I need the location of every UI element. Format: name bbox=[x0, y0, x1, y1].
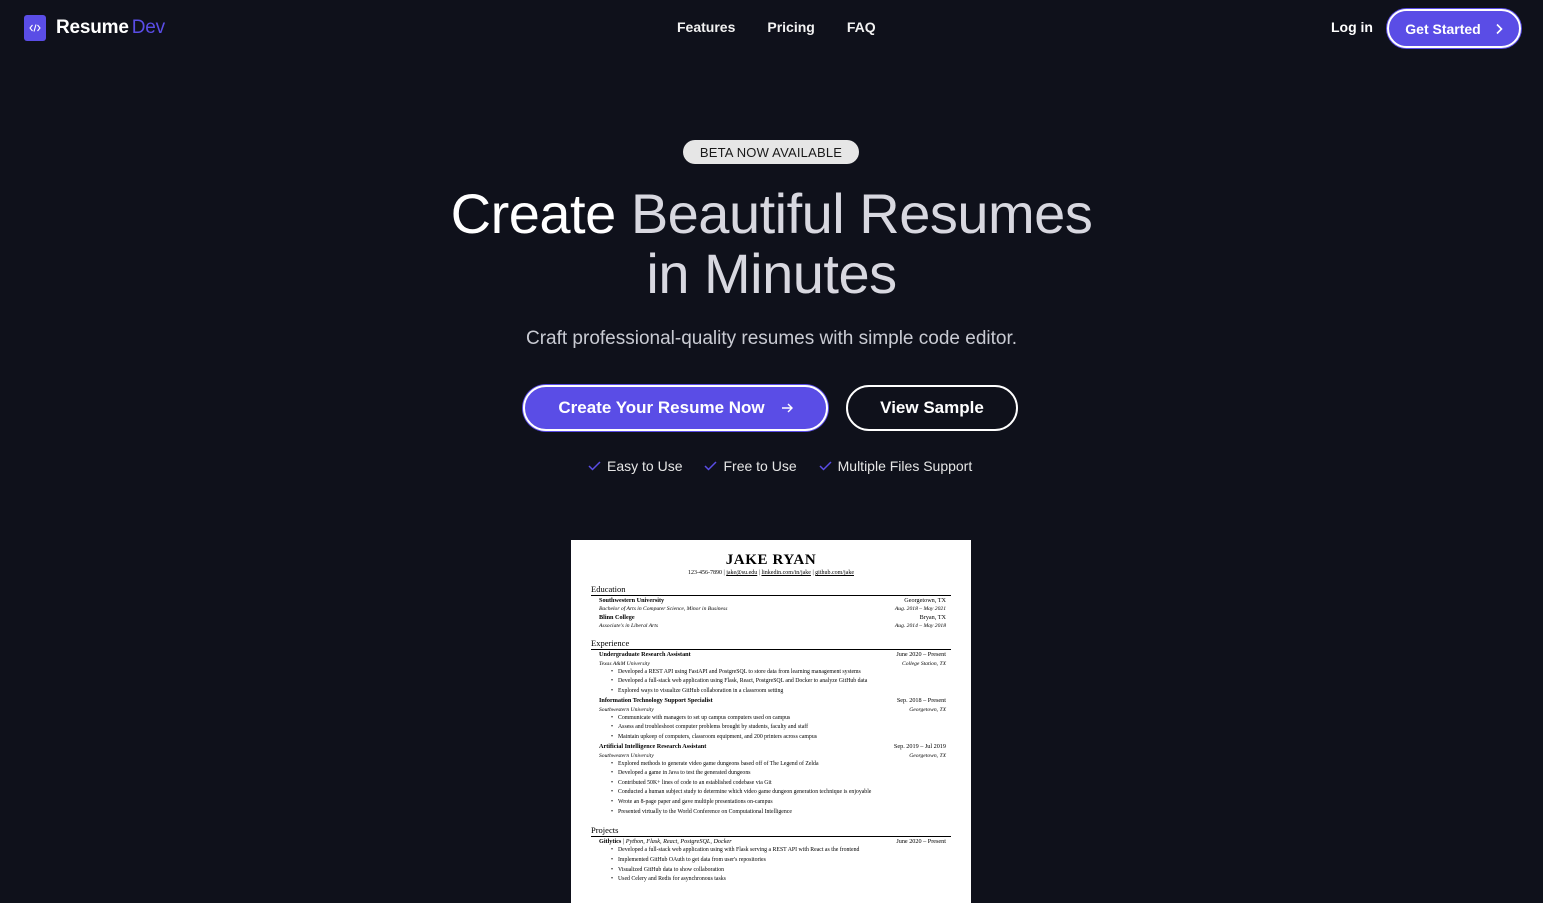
project-dates: June 2020 – Present bbox=[896, 838, 946, 846]
exp-title: Information Technology Support Specialis… bbox=[599, 697, 713, 705]
hero-subtitle: Craft professional-quality resumes with … bbox=[525, 328, 1018, 349]
exp-org: Southwestern University bbox=[599, 706, 654, 713]
resume-phone: 123-456-7890 bbox=[688, 570, 723, 576]
exp-title: Undergraduate Research Assistant bbox=[599, 651, 691, 659]
feature-label: Free to Use bbox=[723, 458, 797, 474]
resume-email: jake@su.edu bbox=[726, 570, 758, 576]
edu-school: Blinn College bbox=[599, 614, 635, 622]
exp-dates: June 2020 – Present bbox=[896, 651, 946, 659]
check-icon bbox=[588, 461, 601, 471]
exp-bullet: Presented virtually to the World Confere… bbox=[611, 808, 946, 818]
exp-bullet: Developed a REST API using FastAPI and P… bbox=[611, 668, 946, 678]
education-entry: Blinn College Bryan, TX Associate's in Li… bbox=[599, 613, 946, 630]
project-name: Gitlytics bbox=[599, 838, 622, 846]
check-icon bbox=[704, 461, 718, 471]
resume-preview: JAKE RYAN 123-456-7890 | jake@su.edu | l… bbox=[571, 540, 971, 903]
brand-accent: Dev bbox=[131, 17, 165, 38]
create-resume-label: Create Your Resume Now bbox=[558, 398, 765, 417]
exp-location: Georgetown, TX bbox=[909, 752, 946, 759]
resume-github: github.com/jake bbox=[815, 570, 854, 576]
arrow-right-icon bbox=[781, 403, 793, 413]
project-bullet: Developed a full-stack web application u… bbox=[611, 846, 946, 856]
edu-degree: Bachelor of Arts in Computer Science, Mi… bbox=[599, 606, 728, 613]
exp-org: Southwestern University bbox=[599, 752, 654, 759]
headline-part-b: Beautiful Resumes bbox=[630, 182, 1093, 245]
feature-list: Easy to Use Free to Use Multiple Files S… bbox=[588, 458, 972, 474]
chevron-right-icon bbox=[1496, 23, 1503, 34]
resume-linkedin: linkedin.com/in/jake bbox=[761, 570, 811, 576]
code-file-icon bbox=[24, 15, 46, 41]
feature-label: Multiple Files Support bbox=[837, 458, 973, 474]
exp-title: Artificial Intelligence Research Assista… bbox=[599, 743, 707, 751]
brand-logo[interactable]: Resume Dev bbox=[24, 15, 165, 41]
feature-label: Easy to Use bbox=[607, 458, 683, 474]
nav-link-features[interactable]: Features bbox=[677, 19, 735, 35]
exp-org: Texas A&M University bbox=[599, 660, 650, 667]
exp-bullet: Explored methods to generate video game … bbox=[611, 760, 946, 770]
feature-item: Multiple Files Support bbox=[819, 458, 973, 474]
feature-item: Free to Use bbox=[704, 458, 797, 474]
login-link[interactable]: Log in bbox=[1331, 19, 1373, 35]
exp-dates: Sep. 2018 – Present bbox=[896, 697, 946, 705]
brand-name: Resume Dev bbox=[56, 17, 165, 39]
view-sample-button[interactable]: View Sample bbox=[846, 385, 1018, 431]
edu-dates: Aug. 2014 – May 2018 bbox=[894, 623, 946, 630]
resume-section-heading: Projects bbox=[591, 825, 951, 838]
resume-contact: 123-456-7890 | jake@su.edu | linkedin.co… bbox=[688, 570, 854, 576]
project-bullet: Used Celery and Redis for asynchronous t… bbox=[611, 875, 946, 885]
nav-link-pricing[interactable]: Pricing bbox=[767, 19, 814, 35]
exp-bullet: Conducted a human subject study to deter… bbox=[611, 788, 946, 798]
nav-links: Features Pricing FAQ bbox=[677, 19, 876, 35]
top-nav: Resume Dev Features Pricing FAQ Log in Ge… bbox=[0, 0, 1543, 58]
resume-section-heading: Education bbox=[591, 584, 951, 596]
exp-location: Georgetown, TX bbox=[909, 706, 946, 713]
experience-entry: Information Technology Support Specialis… bbox=[599, 696, 946, 742]
resume-section-heading: Experience bbox=[591, 638, 951, 651]
check-icon bbox=[819, 461, 832, 471]
experience-entry: Artificial Intelligence Research Assista… bbox=[599, 742, 946, 817]
exp-bullet: Developed a full-stack web application u… bbox=[611, 677, 946, 687]
exp-bullet: Communicate with managers to set up camp… bbox=[611, 714, 946, 724]
headline-part-c: in Minutes bbox=[646, 242, 897, 305]
exp-dates: Sep. 2019 – Jul 2019 bbox=[893, 743, 946, 751]
edu-location: Georgetown, TX bbox=[904, 597, 946, 604]
resume-name: JAKE RYAN bbox=[725, 552, 817, 568]
exp-bullet: Explored ways to visualize GitHub collab… bbox=[611, 687, 946, 697]
create-resume-button[interactable]: Create Your Resume Now bbox=[523, 385, 828, 431]
edu-dates: Aug. 2018 – May 2021 bbox=[894, 606, 946, 613]
get-started-label: Get Started bbox=[1405, 20, 1481, 37]
get-started-button[interactable]: Get Started bbox=[1387, 9, 1521, 48]
education-entry: Southwestern University Georgetown, TX Ba… bbox=[599, 596, 946, 613]
exp-bullet: Maintain upkeep of computers, classroom … bbox=[611, 733, 946, 743]
exp-bullet: Contributed 50K+ lines of code to an est… bbox=[611, 779, 946, 789]
beta-badge: BETA NOW AVAILABLE bbox=[683, 140, 859, 164]
brand-main: Resume bbox=[56, 17, 129, 38]
experience-entry: Undergraduate Research Assistant June 202… bbox=[599, 650, 946, 696]
exp-bullet: Developed a game in Java to test the gen… bbox=[611, 769, 946, 779]
headline-part-a: Create bbox=[450, 182, 617, 245]
nav-link-faq[interactable]: FAQ bbox=[847, 19, 876, 35]
edu-school: Southwestern University bbox=[599, 597, 665, 604]
feature-item: Easy to Use bbox=[588, 458, 682, 474]
exp-bullet: Wrote an 8-page paper and gave multiple … bbox=[611, 798, 946, 808]
project-entry: Gitlytics | Python, Flask, React, Postgr… bbox=[599, 837, 946, 885]
view-sample-label: View Sample bbox=[880, 398, 984, 417]
hero-headline: Create Beautiful Resumes in Minutes bbox=[0, 184, 1543, 304]
project-bullet: Implemented GitHub OAuth to get data fro… bbox=[611, 856, 946, 866]
edu-degree: Associate's in Liberal Arts bbox=[599, 623, 659, 630]
exp-location: College Station, TX bbox=[902, 660, 946, 667]
exp-bullet: Assess and troubleshoot computer problem… bbox=[611, 723, 946, 733]
project-bullet: Visualized GitHub data to show collabora… bbox=[611, 866, 946, 876]
edu-location: Bryan, TX bbox=[919, 614, 946, 622]
project-stack: Python, Flask, React, PostgreSQL, Docker bbox=[625, 838, 732, 846]
